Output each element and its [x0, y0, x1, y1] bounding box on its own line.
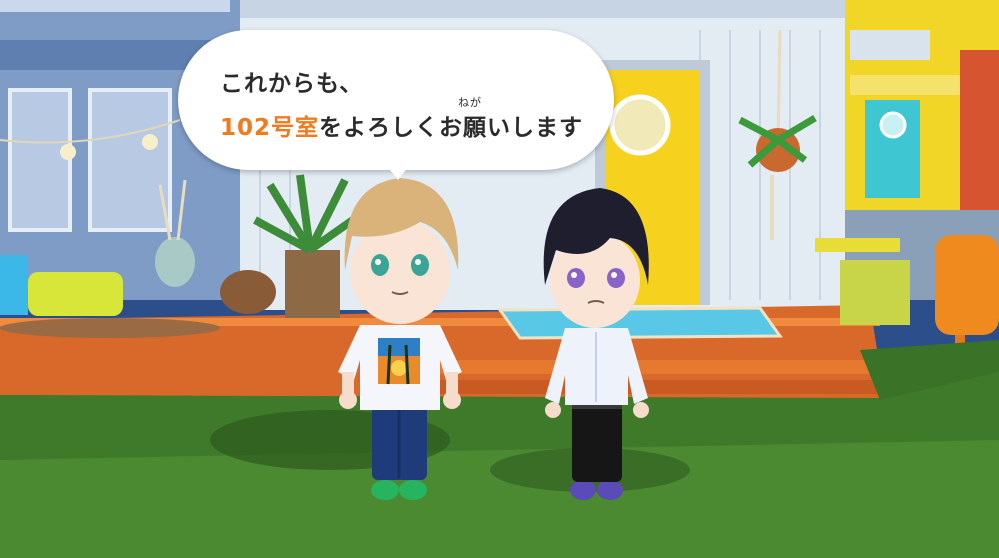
dialogue-line-1: これからも、 [220, 71, 364, 97]
room-number-highlight: 102号室 [220, 115, 320, 141]
dialogue-line-2-rest: をよろしくお願いします [319, 115, 584, 141]
dialogue-line-2: 102号室をよろしくお願いします [220, 108, 583, 142]
speech-bubble[interactable] [178, 30, 614, 170]
speech-bubble-tail [384, 162, 412, 180]
game-scene: これからも、 ねが 102号室をよろしくお願いします [0, 0, 999, 558]
